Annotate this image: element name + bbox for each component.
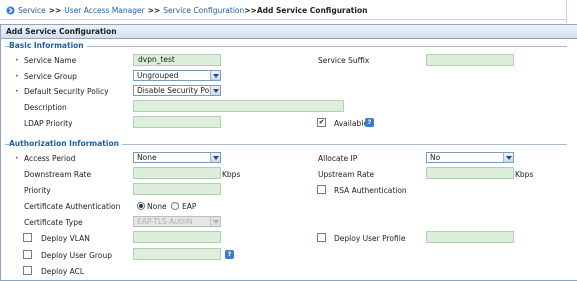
description-input[interactable] bbox=[133, 100, 344, 112]
required-marker: • bbox=[15, 57, 19, 64]
allocate-ip-select[interactable]: No bbox=[426, 152, 514, 163]
certificate-authentication-none-label: None bbox=[147, 202, 167, 211]
deploy-vlan-label: Deploy VLAN bbox=[41, 234, 90, 243]
help-icon[interactable]: ? bbox=[225, 250, 234, 259]
access-period-select[interactable]: None bbox=[133, 152, 221, 163]
service-group-label: Service Group bbox=[24, 72, 77, 81]
downstream-rate-input[interactable] bbox=[133, 167, 221, 179]
checkmark-icon: ✔ bbox=[318, 118, 325, 126]
ldap-priority-label: LDAP Priority bbox=[24, 119, 73, 128]
deploy-acl-label: Deploy ACL bbox=[41, 267, 85, 276]
certificate-authentication-none-radio[interactable] bbox=[137, 202, 145, 210]
panel-title: Add Service Configuration bbox=[1, 25, 577, 39]
allocate-ip-label: Allocate IP bbox=[318, 154, 358, 163]
deploy-user-group-label: Deploy User Group bbox=[41, 251, 112, 260]
ldap-priority-input[interactable] bbox=[133, 116, 221, 128]
certificate-authentication-eap-label: EAP bbox=[182, 202, 197, 211]
priority-input[interactable] bbox=[133, 183, 221, 195]
deploy-user-profile-checkbox[interactable] bbox=[317, 233, 326, 242]
access-period-label: Access Period bbox=[24, 154, 76, 163]
default-security-policy-select[interactable]: Disable Security Polic bbox=[133, 85, 221, 96]
certificate-type-label: Certificate Type bbox=[24, 218, 83, 227]
chevron-down-icon bbox=[210, 153, 220, 162]
radio-selected-dot bbox=[139, 204, 143, 208]
certificate-authentication-eap-radio[interactable] bbox=[171, 202, 179, 210]
service-group-select[interactable]: Ungrouped bbox=[133, 70, 221, 81]
certificate-authentication-label: Certificate Authentication bbox=[24, 202, 121, 211]
authz-section-title: Authorization Information bbox=[9, 139, 122, 148]
required-marker: • bbox=[15, 155, 19, 162]
downstream-rate-label: Downstream Rate bbox=[24, 170, 92, 179]
breadcrumb-link-service[interactable]: Service bbox=[18, 6, 46, 15]
breadcrumb-arrow-icon bbox=[6, 6, 15, 15]
top-divider bbox=[0, 19, 566, 20]
rsa-authentication-checkbox[interactable] bbox=[317, 185, 326, 194]
access-period-value: None bbox=[137, 153, 157, 162]
service-suffix-label: Service Suffix bbox=[318, 56, 370, 65]
rsa-authentication-label: RSA Authentication bbox=[334, 186, 407, 195]
deploy-user-group-input[interactable] bbox=[133, 248, 221, 260]
basic-section-title: Basic Information bbox=[9, 41, 87, 50]
downstream-rate-unit: Kbps bbox=[222, 170, 241, 179]
available-checkbox[interactable]: ✔ bbox=[317, 118, 326, 127]
required-marker: • bbox=[15, 88, 19, 95]
priority-label: Priority bbox=[24, 186, 51, 195]
service-name-label: Service Name bbox=[24, 56, 77, 65]
deploy-acl-checkbox[interactable] bbox=[23, 266, 32, 275]
breadcrumb-separator: >> bbox=[147, 5, 161, 15]
default-security-policy-label: Default Security Policy bbox=[24, 87, 109, 96]
upstream-rate-input[interactable] bbox=[426, 167, 514, 179]
allocate-ip-value: No bbox=[430, 153, 441, 162]
chevron-down-icon bbox=[210, 86, 220, 95]
chevron-down-icon bbox=[503, 153, 513, 162]
basic-section-divider bbox=[5, 46, 567, 47]
breadcrumb-link-user-access-manager[interactable]: User Access Manager bbox=[64, 6, 144, 15]
service-name-input[interactable]: dvpn_test bbox=[133, 54, 221, 66]
service-group-value: Ungrouped bbox=[137, 71, 179, 80]
add-service-panel: Add Service Configuration Basic Informat… bbox=[0, 24, 577, 281]
default-security-policy-value: Disable Security Polic bbox=[137, 86, 218, 95]
upstream-rate-label: Upstream Rate bbox=[318, 170, 375, 179]
available-label: Available bbox=[334, 119, 368, 128]
service-suffix-input[interactable] bbox=[426, 54, 514, 66]
breadcrumb-separator: >> bbox=[244, 5, 257, 15]
deploy-user-profile-input[interactable] bbox=[426, 231, 514, 243]
required-marker: • bbox=[15, 73, 19, 80]
help-icon[interactable]: ? bbox=[365, 118, 374, 127]
breadcrumb-link-service-configuration[interactable]: Service Configuration bbox=[163, 6, 244, 15]
deploy-vlan-input[interactable] bbox=[133, 231, 221, 243]
certificate-type-value: EAP-TLS AuthN bbox=[137, 217, 193, 226]
deploy-user-profile-label: Deploy User Profile bbox=[334, 234, 406, 243]
chevron-down-icon bbox=[210, 71, 220, 80]
deploy-user-group-checkbox[interactable] bbox=[23, 250, 32, 259]
description-label: Description bbox=[24, 103, 67, 112]
chevron-down-icon bbox=[210, 217, 220, 226]
breadcrumb-current: Add Service Configuration bbox=[256, 5, 368, 15]
certificate-type-select[interactable]: EAP-TLS AuthN bbox=[133, 216, 221, 227]
breadcrumb-separator: >> bbox=[48, 5, 62, 15]
deploy-vlan-checkbox[interactable] bbox=[23, 233, 32, 242]
upstream-rate-unit: Kbps bbox=[515, 170, 534, 179]
breadcrumb: Service >> User Access Manager >> Servic… bbox=[6, 4, 367, 16]
